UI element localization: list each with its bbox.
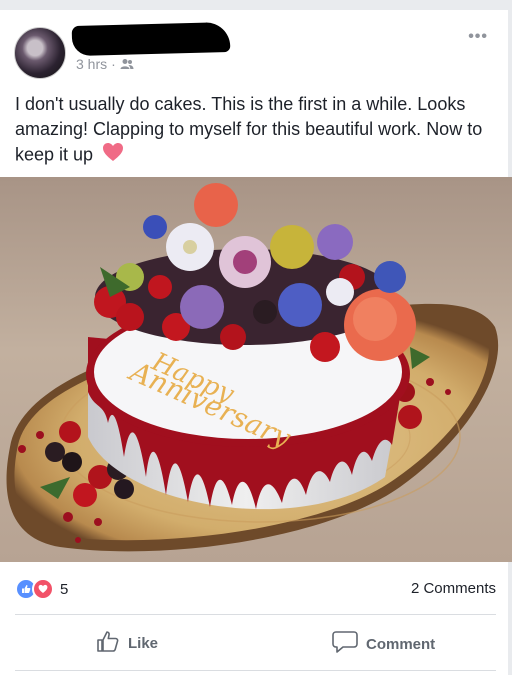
top-band [0, 0, 512, 10]
avatar[interactable] [14, 27, 66, 79]
meta-separator: · [111, 56, 116, 72]
thumbs-up-icon [96, 630, 120, 656]
post-photo[interactable]: Happy Anniversary [0, 177, 512, 562]
love-reaction-icon [32, 578, 54, 600]
comment-button[interactable]: Comment [332, 630, 435, 658]
more-options-icon[interactable]: ••• [468, 28, 488, 46]
like-button[interactable]: Like [96, 630, 158, 656]
divider-bottom [15, 670, 496, 671]
post-timestamp[interactable]: 3 hrs [76, 56, 107, 72]
comments-count-link[interactable]: 2 Comments [411, 580, 496, 597]
post-body: I don't usually do cakes. This is the fi… [15, 92, 495, 169]
comment-bubble-icon [332, 630, 358, 658]
reactions-summary[interactable]: 5 [15, 578, 68, 600]
like-label: Like [128, 634, 159, 652]
comment-label: Comment [366, 635, 436, 653]
post-text: I don't usually do cakes. This is the fi… [15, 94, 483, 165]
redacted-author-name [71, 21, 231, 57]
heart-emoji-icon [102, 142, 124, 169]
reaction-count: 5 [60, 580, 69, 598]
friends-icon[interactable] [120, 58, 134, 70]
post-meta: 3 hrs · [76, 56, 134, 72]
divider-top [15, 614, 496, 615]
